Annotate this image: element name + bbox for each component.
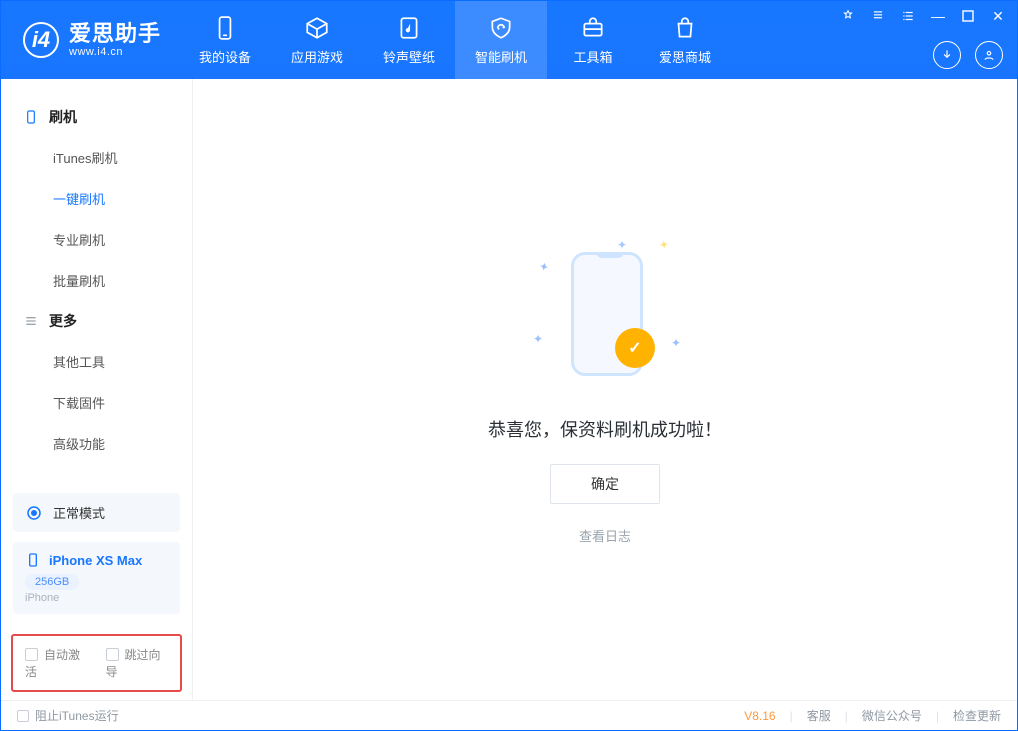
check-badge-icon: ✓ <box>615 328 655 368</box>
bag-icon <box>672 15 698 41</box>
header-right-icons <box>933 41 1003 69</box>
tab-label: 铃声壁纸 <box>383 47 435 66</box>
sidebar-item-oneclick-flash[interactable]: 一键刷机 <box>1 178 192 219</box>
window-controls: — ✕ <box>837 5 1009 27</box>
menu-icon[interactable] <box>867 5 889 27</box>
tab-label: 爱思商城 <box>659 47 711 66</box>
checkbox-block-itunes[interactable]: 阻止iTunes运行 <box>17 707 119 724</box>
group-title: 刷机 <box>49 107 77 127</box>
checkbox-icon <box>17 710 29 722</box>
version-label: V8.16 <box>744 709 775 723</box>
sparkle-icon: ✦ <box>617 238 627 252</box>
checkbox-skip-guide[interactable]: 跳过向导 <box>106 646 169 680</box>
app-logo: i4 爱思助手 www.i4.cn <box>1 22 179 58</box>
sidebar-group-flash: 刷机 <box>1 97 192 137</box>
tab-apps-games[interactable]: 应用游戏 <box>271 1 363 79</box>
checkbox-icon <box>25 648 38 661</box>
tab-label: 我的设备 <box>199 47 251 66</box>
close-button[interactable]: ✕ <box>987 5 1009 27</box>
main-area: 刷机 iTunes刷机 一键刷机 专业刷机 批量刷机 更多 其他工具 下载固件 … <box>1 79 1017 700</box>
main-tabs: 我的设备 应用游戏 铃声壁纸 智能刷机 工具箱 爱思商城 <box>179 1 731 79</box>
minimize-button[interactable]: — <box>927 5 949 27</box>
tab-store[interactable]: 爱思商城 <box>639 1 731 79</box>
mode-label: 正常模式 <box>53 503 105 522</box>
sparkle-icon: ✦ <box>533 332 543 346</box>
tab-ringtone-wallpaper[interactable]: 铃声壁纸 <box>363 1 455 79</box>
device-type: iPhone <box>25 592 168 604</box>
sidebar-item-itunes-flash[interactable]: iTunes刷机 <box>1 137 192 178</box>
theme-icon[interactable] <box>837 5 859 27</box>
tab-my-device[interactable]: 我的设备 <box>179 1 271 79</box>
app-subtitle: www.i4.cn <box>69 46 161 58</box>
sidebar-item-pro-flash[interactable]: 专业刷机 <box>1 219 192 260</box>
phone-icon <box>212 15 238 41</box>
user-icon[interactable] <box>975 41 1003 69</box>
mode-icon <box>25 504 43 522</box>
sidebar-item-batch-flash[interactable]: 批量刷机 <box>1 260 192 301</box>
view-log-link[interactable]: 查看日志 <box>579 526 631 545</box>
device-card[interactable]: iPhone XS Max 256GB iPhone <box>13 542 180 614</box>
mode-card[interactable]: 正常模式 <box>13 493 180 532</box>
sparkle-icon: ✦ <box>671 336 681 350</box>
sparkle-icon: ✦ <box>658 237 670 252</box>
content-panel: ✦ ✦ ✦ ✦ ✦ ✓ 恭喜您，保资料刷机成功啦！ 确定 查看日志 <box>193 79 1017 700</box>
tab-toolbox[interactable]: 工具箱 <box>547 1 639 79</box>
tab-label: 工具箱 <box>574 47 613 66</box>
refresh-shield-icon <box>488 15 514 41</box>
tab-label: 智能刷机 <box>475 47 527 66</box>
status-bar: 阻止iTunes运行 V8.16 | 客服 | 微信公众号 | 检查更新 <box>1 700 1017 730</box>
cube-icon <box>304 15 330 41</box>
flash-options-highlight: 自动激活 跳过向导 <box>11 634 182 692</box>
sidebar-bottom: 正常模式 iPhone XS Max 256GB iPhone <box>1 483 192 624</box>
device-phone-icon <box>25 552 41 568</box>
success-message: 恭喜您，保资料刷机成功啦！ <box>488 416 722 442</box>
download-icon[interactable] <box>933 41 961 69</box>
app-title: 爱思助手 <box>69 22 161 46</box>
checkbox-auto-activate[interactable]: 自动激活 <box>25 646 88 680</box>
footer-link-wechat[interactable]: 微信公众号 <box>862 707 922 724</box>
sparkle-icon: ✦ <box>538 259 551 275</box>
logo-mark-icon: i4 <box>23 22 59 58</box>
hamburger-icon <box>23 313 39 329</box>
device-storage-badge: 256GB <box>25 574 79 590</box>
sidebar-group-more: 更多 <box>1 301 192 341</box>
footer-link-update[interactable]: 检查更新 <box>953 707 1001 724</box>
checkbox-label: 阻止iTunes运行 <box>35 707 119 724</box>
group-title: 更多 <box>49 311 77 331</box>
sidebar-item-other-tools[interactable]: 其他工具 <box>1 341 192 382</box>
sidebar-item-download-firmware[interactable]: 下载固件 <box>1 382 192 423</box>
maximize-button[interactable] <box>957 5 979 27</box>
note-file-icon <box>396 15 422 41</box>
sidebar: 刷机 iTunes刷机 一键刷机 专业刷机 批量刷机 更多 其他工具 下载固件 … <box>1 79 193 700</box>
title-bar: i4 爱思助手 www.i4.cn 我的设备 应用游戏 铃声壁纸 智能刷机 工具… <box>1 1 1017 79</box>
device-name: iPhone XS Max <box>49 553 142 568</box>
ok-button[interactable]: 确定 <box>550 464 660 504</box>
toolbox-icon <box>580 15 606 41</box>
tab-label: 应用游戏 <box>291 47 343 66</box>
checkbox-icon <box>106 648 119 661</box>
footer-link-support[interactable]: 客服 <box>807 707 831 724</box>
phone-outline-icon <box>23 109 39 125</box>
list-icon[interactable] <box>897 5 919 27</box>
sidebar-item-advanced[interactable]: 高级功能 <box>1 423 192 464</box>
success-illustration: ✦ ✦ ✦ ✦ ✦ ✓ <box>525 234 685 394</box>
tab-smart-flash[interactable]: 智能刷机 <box>455 1 547 79</box>
